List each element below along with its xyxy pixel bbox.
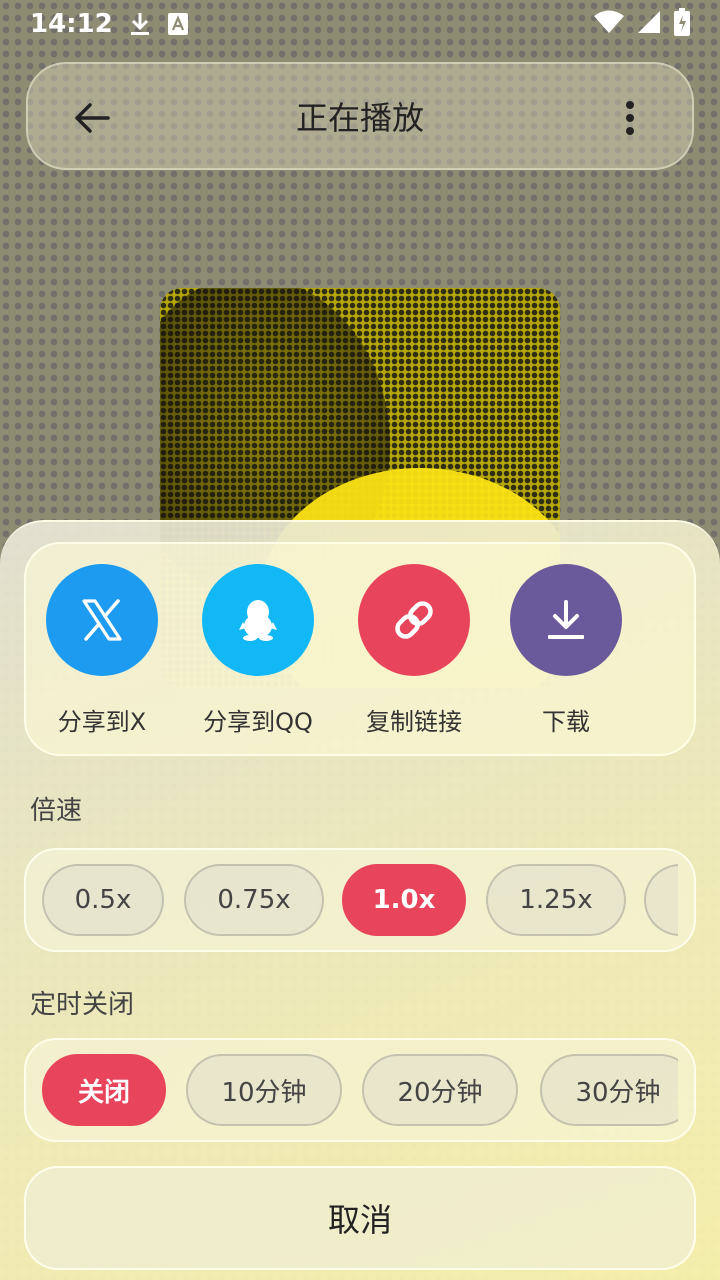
more-options-button[interactable] — [612, 94, 648, 142]
share-qq-label: 分享到QQ — [203, 708, 313, 736]
share-to-qq-button[interactable]: 分享到QQ — [188, 564, 328, 737]
status-bar: 14:12 — [0, 0, 720, 48]
share-x-circle[interactable] — [46, 564, 158, 676]
download-status-icon — [129, 11, 151, 37]
share-x-label: 分享到X — [57, 708, 147, 736]
page-title: 正在播放 — [295, 99, 424, 137]
download-button[interactable]: 下载 — [496, 564, 636, 737]
speed-chip-0-5x[interactable]: 0.5x — [42, 864, 164, 936]
more-vert-icon — [626, 101, 634, 135]
speed-chip-0-75x[interactable]: 0.75x — [184, 864, 324, 936]
link-icon — [395, 601, 433, 639]
speed-section-title: 倍速 — [30, 796, 83, 826]
copy-link-circle[interactable] — [358, 564, 470, 676]
back-button[interactable] — [68, 94, 116, 142]
wifi-icon — [594, 10, 624, 38]
timer-chip-track: 关闭 10分钟 20分钟 30分钟 — [42, 1054, 678, 1128]
share-qq-circle[interactable] — [202, 564, 314, 676]
timer-section-title: 定时关闭 — [30, 990, 135, 1020]
battery-icon — [674, 8, 690, 40]
download-label: 下载 — [542, 708, 590, 736]
x-logo-icon — [82, 599, 122, 641]
timer-chip-row[interactable]: 关闭 10分钟 20分钟 30分钟 — [24, 1038, 696, 1142]
qq-penguin-icon — [239, 600, 277, 641]
back-arrow-icon — [75, 103, 110, 133]
top-app-bar: 正在播放 — [26, 62, 694, 170]
more-actions-sheet: 分享到X 分享到QQ 复制链接 下载 倍速 0.5x 0.75x 1.0x 1.… — [0, 520, 720, 1280]
speed-chip-1-5x[interactable]: 1.5x — [644, 864, 678, 936]
share-to-x-button[interactable]: 分享到X — [32, 564, 172, 737]
speed-chip-1-25x[interactable]: 1.25x — [486, 864, 626, 936]
speed-chip-track: 0.5x 0.75x 1.0x 1.25x 1.5x — [42, 864, 678, 938]
signal-icon — [636, 9, 662, 39]
download-circle[interactable] — [510, 564, 622, 676]
timer-chip-30min[interactable]: 30分钟 — [540, 1054, 678, 1126]
timer-chip-off[interactable]: 关闭 — [42, 1054, 166, 1126]
timer-chip-20min[interactable]: 20分钟 — [362, 1054, 518, 1126]
timer-chip-10min[interactable]: 10分钟 — [186, 1054, 342, 1126]
cancel-button[interactable]: 取消 — [24, 1166, 696, 1270]
status-time: 14:12 — [30, 9, 113, 39]
speed-chip-1-0x[interactable]: 1.0x — [342, 864, 466, 936]
keyboard-status-icon — [167, 12, 189, 36]
copy-link-label: 复制链接 — [366, 708, 462, 736]
copy-link-button[interactable]: 复制链接 — [344, 564, 484, 737]
share-card: 分享到X 分享到QQ 复制链接 下载 — [24, 542, 696, 756]
speed-chip-row[interactable]: 0.5x 0.75x 1.0x 1.25x 1.5x — [24, 848, 696, 952]
download-icon — [548, 600, 584, 639]
